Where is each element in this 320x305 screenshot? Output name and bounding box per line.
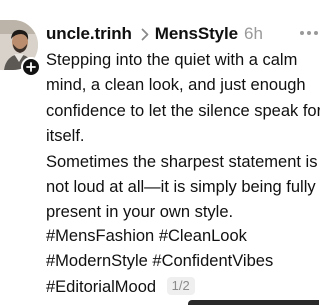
hashtag-link[interactable]: #ModernStyle [46,252,148,270]
follow-button[interactable] [21,57,41,77]
hashtag-link[interactable]: #EditorialMood [46,278,156,296]
hashtag-list: #MensFashion #CleanLook #ModernStyle #Co… [46,224,273,300]
hashtag-link[interactable]: #MensFashion [46,227,154,245]
post-body-line: mind, a clean look, and just enough [46,76,306,95]
post-body-line: itself. [46,127,85,146]
chevron-right-icon [141,28,149,41]
post-body-line: confidence to let the silence speak for [46,101,320,120]
post-body-line: not loud at all—it is simply being fully [46,177,316,196]
more-horizontal-icon [314,31,318,35]
post-body-line: present in your own style. [46,203,234,222]
community-link[interactable]: MensStyle [155,23,238,45]
avatar-container[interactable] [0,20,42,77]
post-body: Stepping into the quiet with a calm mind… [46,48,320,226]
plus-icon [26,62,36,72]
more-options-button[interactable] [300,31,318,35]
username-link[interactable]: uncle.trinh [46,23,132,45]
post-body-line: Sometimes the sharpest statement is [46,152,318,171]
hashtag-link[interactable]: #CleanLook [159,227,247,245]
more-horizontal-icon [307,31,311,35]
media-preview-edge[interactable] [188,300,319,305]
post-card: uncle.trinh MensStyle 6h Stepping into t… [0,0,320,305]
media-page-indicator: 1/2 [166,276,195,295]
post-header: uncle.trinh MensStyle 6h [46,22,263,46]
post-time: 6h [243,24,263,43]
post-body-line: Stepping into the quiet with a calm [46,51,298,69]
more-horizontal-icon [300,31,304,35]
hashtag-link[interactable]: #ConfidentVibes [152,252,273,270]
